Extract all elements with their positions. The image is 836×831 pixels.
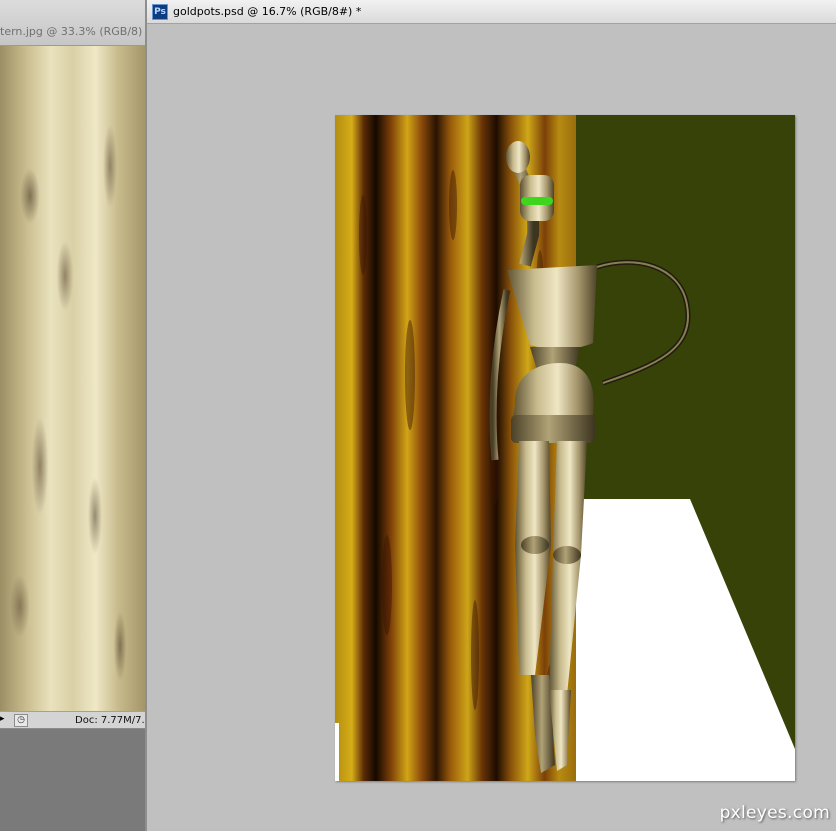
visor-light <box>521 197 553 205</box>
left-document-title-bar[interactable]: tern.jpg @ 33.3% (RGB/8) <box>0 0 145 46</box>
curtain-edge-gap <box>335 723 339 781</box>
artwork <box>335 115 795 781</box>
document-size-readout: Doc: 7.77M/7.7 <box>75 715 145 726</box>
artboard-canvas[interactable] <box>335 115 795 781</box>
left-document-title: tern.jpg @ 33.3% (RGB/8) <box>0 25 143 38</box>
status-info-icon[interactable]: ◷ <box>14 714 28 727</box>
main-document-window[interactable]: Ps goldpots.psd @ 16.7% (RGB/8#) * pxley… <box>145 0 836 831</box>
photoshop-icon: Ps <box>152 4 168 20</box>
main-document-title-bar[interactable]: Ps goldpots.psd @ 16.7% (RGB/8#) * <box>147 0 836 24</box>
main-document-title: goldpots.psd @ 16.7% (RGB/8#) * <box>173 5 362 18</box>
status-menu-arrow-icon[interactable]: ▸ <box>0 714 5 724</box>
left-document-window[interactable]: tern.jpg @ 33.3% (RGB/8) ▸ ◷ Doc: 7.77M/… <box>0 0 145 831</box>
watermark: pxleyes.com <box>719 803 830 823</box>
left-document-canvas[interactable] <box>0 46 145 711</box>
left-status-bar: ▸ ◷ Doc: 7.77M/7.7 <box>0 711 145 729</box>
